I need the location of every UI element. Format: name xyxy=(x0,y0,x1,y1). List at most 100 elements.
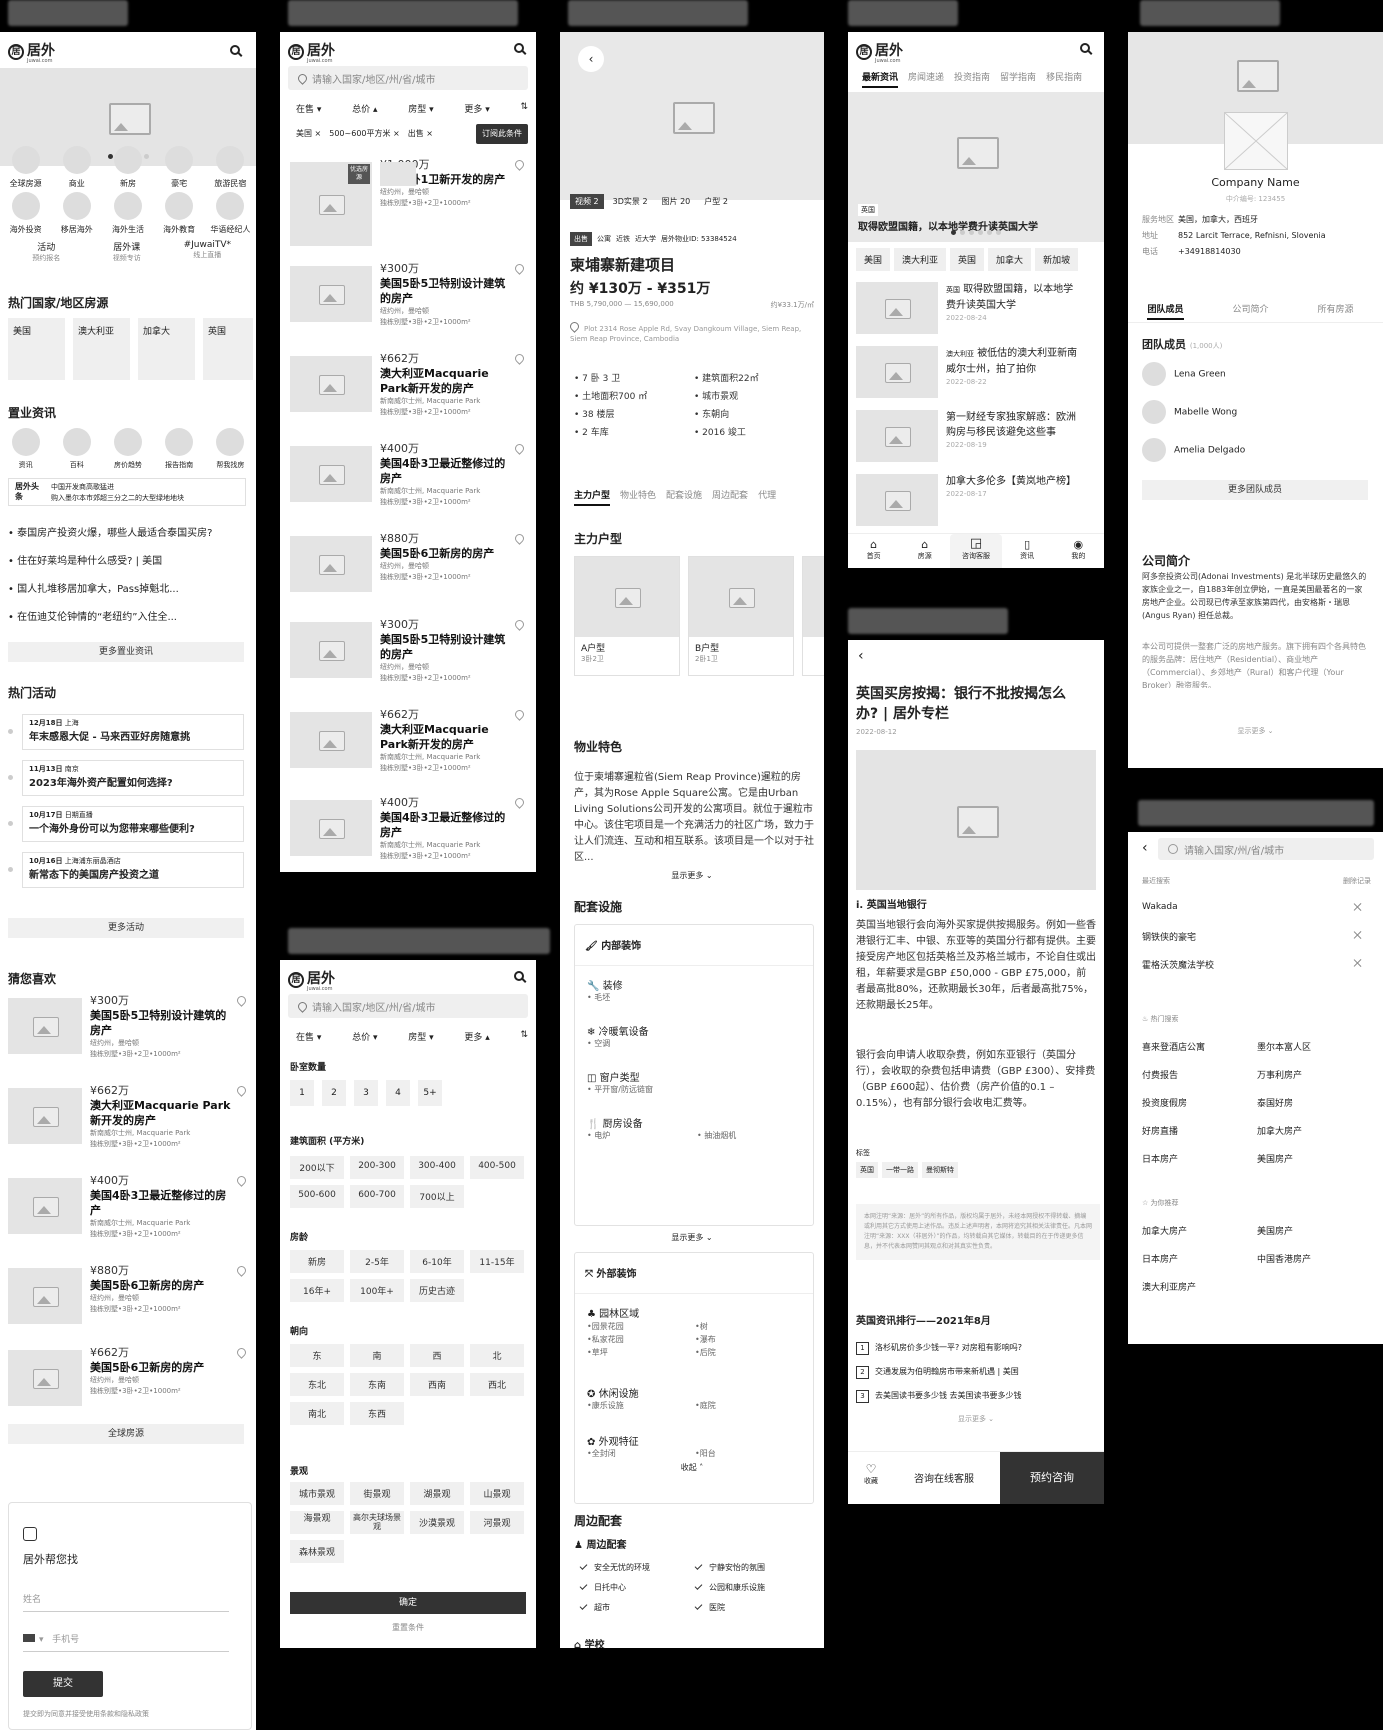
filter-more[interactable]: 更多 ▾ xyxy=(464,102,489,115)
show-more-link[interactable]: 显示更多 ⌄ xyxy=(560,870,824,881)
hot-item[interactable]: 付费报告 xyxy=(1142,1062,1257,1090)
tag-chip[interactable]: 曼彻斯特 xyxy=(922,1162,958,1178)
bed-option[interactable]: 2 xyxy=(322,1080,346,1106)
country-card[interactable]: 美国 xyxy=(8,318,65,380)
search-input[interactable]: 请输入国家/地区/州/省/城市 xyxy=(288,994,528,1018)
view-option[interactable]: 山景观 xyxy=(470,1482,524,1505)
tag-chip[interactable]: 一带一路 xyxy=(882,1162,918,1178)
category-item[interactable]: 海外教育 xyxy=(154,192,205,235)
search-icon[interactable] xyxy=(514,43,524,53)
global-listings-button[interactable]: 全球房源 xyxy=(8,1424,244,1444)
age-option[interactable]: 新房 xyxy=(290,1250,344,1273)
tab-team[interactable]: 团队成员 xyxy=(1147,302,1184,320)
quick-link-class[interactable]: 居外课 视频专访 xyxy=(87,240,168,263)
favorite-icon[interactable] xyxy=(235,1084,248,1097)
flag-icon[interactable] xyxy=(23,1634,35,1642)
tag-chip[interactable]: 500~600平方米 × xyxy=(329,128,400,139)
hot-item[interactable]: 泰国好房 xyxy=(1257,1090,1372,1118)
show-more-link[interactable]: 显示更多 ⌄ xyxy=(1128,726,1383,736)
favorite-button[interactable]: ♡ 收藏 xyxy=(864,1462,878,1486)
category-item[interactable]: 豪宅 xyxy=(154,146,205,189)
filter-status[interactable]: 在售 ▾ xyxy=(296,102,321,115)
bed-option[interactable]: 4 xyxy=(386,1080,410,1106)
favorite-icon[interactable] xyxy=(513,442,526,455)
team-member[interactable]: Amelia Delgado xyxy=(1142,438,1245,462)
favorite-icon[interactable] xyxy=(513,532,526,545)
view-option[interactable]: 城市景观 xyxy=(290,1482,344,1505)
news-link[interactable]: • 住在好莱坞是种什么感受? | 美国 xyxy=(8,548,252,576)
filter-price[interactable]: 总价 ▴ xyxy=(352,102,377,115)
media-tab-3d[interactable]: 3D实景 2 xyxy=(608,194,653,209)
clear-history[interactable]: 删除记录 xyxy=(1343,876,1371,886)
tab-surroundings[interactable]: 周边配套 xyxy=(712,488,748,501)
event-item[interactable]: 10月17日 日期直播 一个海外身份可以为您带来哪些便利? xyxy=(8,806,244,844)
view-option[interactable]: 湖景观 xyxy=(410,1482,464,1505)
tab-latest[interactable]: 最新资讯 xyxy=(862,70,899,88)
news-item[interactable]: 加拿大多伦多【黄岚地产榜】 2022-08-17 xyxy=(856,470,1096,530)
favorite-icon[interactable] xyxy=(513,796,526,809)
collapse-link[interactable]: 收起 ˄ xyxy=(560,1462,824,1473)
filter-more[interactable]: 更多 ▴ xyxy=(464,1030,489,1043)
book-button[interactable]: 预约咨询 xyxy=(1000,1452,1104,1504)
detail-hero[interactable]: ‹ xyxy=(560,32,824,200)
media-tab-video[interactable]: 视频 2 xyxy=(570,194,604,209)
tab-immigration[interactable]: 移民指南 xyxy=(1046,70,1082,83)
news-icon-item[interactable]: 房价趋势 xyxy=(102,428,153,470)
tag-chip[interactable]: 美国 × xyxy=(296,128,321,139)
search-icon[interactable] xyxy=(514,971,524,981)
view-option[interactable]: 高尔夫球场景观 xyxy=(350,1511,404,1534)
category-item[interactable]: 移居海外 xyxy=(51,192,102,235)
layout-card[interactable]: B户型 2卧1卫 xyxy=(688,556,794,676)
direction-option[interactable]: 东西 xyxy=(350,1402,404,1425)
search-icon[interactable] xyxy=(1080,43,1090,53)
media-tab-photo[interactable]: 图片 20 xyxy=(657,194,696,209)
tab-company-intro[interactable]: 公司简介 xyxy=(1232,302,1268,320)
favorite-icon[interactable] xyxy=(513,618,526,631)
search-input[interactable]: 请输入国家/州/省/城市 xyxy=(1158,838,1374,860)
direction-option[interactable]: 西 xyxy=(410,1344,464,1367)
category-item[interactable]: 华语经纪人 xyxy=(205,192,256,235)
tag-chip[interactable]: 出售 × xyxy=(408,128,433,139)
recommend-item[interactable]: 美国房产 xyxy=(1257,1218,1372,1246)
recent-item[interactable]: 钢铁侠的豪宅 xyxy=(1142,930,1372,943)
tab-invest[interactable]: 投资指南 xyxy=(954,70,990,83)
favorite-icon[interactable] xyxy=(513,708,526,721)
hot-item[interactable]: 投资度假房 xyxy=(1142,1090,1257,1118)
favorite-icon[interactable] xyxy=(235,1346,248,1359)
view-option[interactable]: 森林景观 xyxy=(290,1540,344,1563)
back-icon[interactable]: ‹ xyxy=(1142,840,1148,856)
direction-option[interactable]: 东 xyxy=(290,1344,344,1367)
rank-item[interactable]: 1 洛杉矶房价多少钱一平? 对房租有影响吗? xyxy=(856,1336,1096,1360)
nav-consult[interactable]: ◲ 咨询客服 xyxy=(950,534,1002,568)
property-card[interactable]: ¥300万 美国5卧5卫特别设计建筑的房产 纽约州，曼哈顿 独栋别墅•3卧•2卫•10… xyxy=(290,260,526,336)
news-item[interactable]: 第一财经专家独家解惑：欧洲购房与移民该避免这些事 2022-08-19 xyxy=(856,406,1096,466)
show-more-link[interactable]: 显示更多 ⌄ xyxy=(848,1414,1104,1424)
property-card[interactable]: ¥400万 美国4卧3卫最近整修过的房产 新南威尔士州, Macquarie Par… xyxy=(8,1172,248,1248)
recommend-item[interactable]: 中国香港房产 xyxy=(1257,1246,1372,1274)
country-card[interactable]: 英国 xyxy=(203,318,253,380)
tab-features[interactable]: 物业特色 xyxy=(620,488,656,501)
headline-box[interactable]: 居外头条 中国开发商高歌猛进 购入墨尔本市郊超三分之二的大型绿地地块 xyxy=(8,478,246,506)
age-option[interactable]: 11-15年 xyxy=(470,1250,524,1273)
property-card[interactable]: ¥300万 美国5卧5卫特别设计建筑的房产 纽约州，曼哈顿 独栋别墅•3卧•2卫•10… xyxy=(8,992,248,1068)
news-link[interactable]: • 在伍迪艾伦钟情的“老纽约”入住全... xyxy=(8,604,252,632)
news-item[interactable]: 澳大利亚 被低估的澳大利亚新南威尔士州，拍了拍你 2022-08-22 xyxy=(856,342,1096,402)
filter-price[interactable]: 总价 ▾ xyxy=(352,1030,377,1043)
country-chip[interactable]: 加拿大 xyxy=(988,248,1032,271)
show-more-facilities[interactable]: 显示更多 ⌄ xyxy=(560,1232,824,1243)
team-member[interactable]: Mabelle Wong xyxy=(1142,400,1237,424)
category-item[interactable]: 海外投资 xyxy=(0,192,51,235)
hot-item[interactable]: 日本房产 xyxy=(1142,1146,1257,1174)
sort-icon[interactable]: ⇅ xyxy=(520,1030,528,1043)
property-card[interactable]: ¥662万 澳大利亚Macquarie Park新开发的房产 新南威尔士州, Mac… xyxy=(290,350,526,426)
submit-button[interactable]: 提交 xyxy=(23,1671,103,1697)
country-card[interactable]: 加拿大 xyxy=(138,318,195,380)
filter-type[interactable]: 房型 ▾ xyxy=(408,102,433,115)
direction-option[interactable]: 北 xyxy=(470,1344,524,1367)
rank-item[interactable]: 3 去美国读书要多少钱 去美国读书要多少钱 xyxy=(856,1384,1096,1408)
country-chip[interactable]: 澳大利亚 xyxy=(894,248,947,271)
more-team-button[interactable]: 更多团队成员 xyxy=(1142,480,1368,500)
country-chip[interactable]: 新加坡 xyxy=(1035,248,1079,271)
category-item[interactable]: 新房 xyxy=(102,146,153,189)
age-option[interactable]: 16年+ xyxy=(290,1279,344,1302)
